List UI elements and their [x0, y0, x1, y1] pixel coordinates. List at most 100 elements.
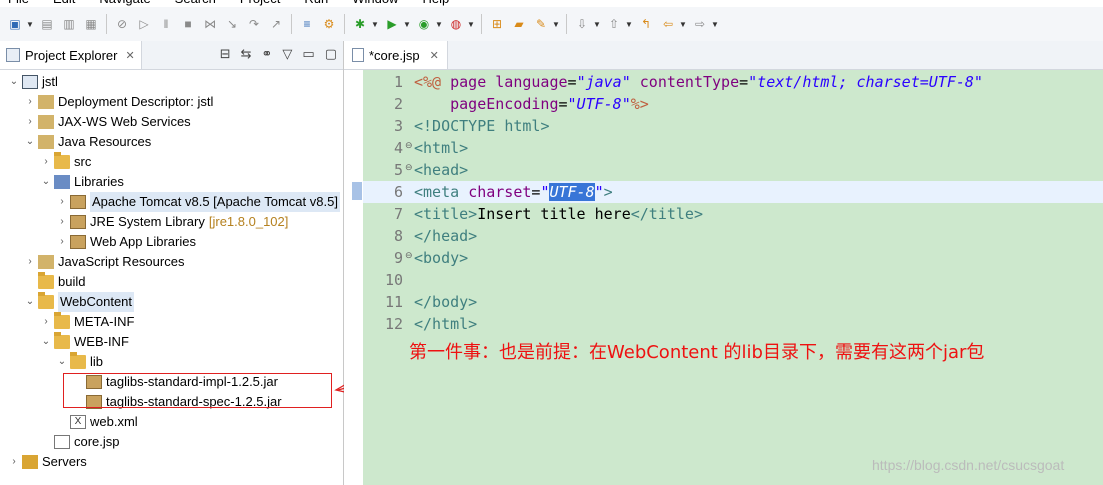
code-line[interactable]: <meta charset="UTF-8">: [414, 181, 613, 203]
code-line[interactable]: pageEncoding="UTF-8"%>: [414, 93, 649, 115]
fold-toggle-icon[interactable]: ⊖: [405, 140, 413, 151]
open-folder-icon[interactable]: ▰: [511, 16, 527, 32]
editor-body[interactable]: 1 <%@ page language="java" contentType="t…: [344, 70, 1103, 485]
step-into-icon[interactable]: ↘: [224, 16, 240, 32]
link-with-editor-icon[interactable]: ⇆: [241, 46, 252, 62]
menu-search[interactable]: Search: [175, 0, 216, 7]
disconnect-icon[interactable]: ⋈: [202, 16, 218, 32]
save-all-icon[interactable]: ▥: [61, 16, 77, 32]
menu-run[interactable]: Run: [304, 0, 328, 7]
close-icon[interactable]: ✕: [430, 49, 439, 62]
chevron-right-icon[interactable]: ›: [56, 212, 68, 232]
debug-icon[interactable]: ✱: [352, 16, 368, 32]
chevron-right-icon[interactable]: ›: [8, 452, 20, 472]
tree-item[interactable]: › JRE System Library [jre1.8.0_102]: [56, 212, 288, 232]
step-over-icon[interactable]: ↷: [246, 16, 262, 32]
chevron-right-icon[interactable]: ›: [56, 192, 68, 212]
tree-item[interactable]: › Apache Tomcat v8.5 [Apache Tomcat v8.5]: [56, 192, 340, 212]
new-dropdown-icon[interactable]: ▼: [26, 16, 34, 32]
code-line[interactable]: <!DOCTYPE html>: [414, 115, 549, 137]
chevron-right-icon[interactable]: ›: [40, 152, 52, 172]
code-line[interactable]: <head>: [414, 159, 468, 181]
chevron-right-icon[interactable]: ›: [24, 112, 36, 132]
new-java-project-icon[interactable]: ⊞: [489, 16, 505, 32]
tree-item[interactable]: ⌄ Libraries: [40, 172, 124, 192]
next-annotation-dropdown-icon[interactable]: ▼: [593, 16, 601, 32]
menu-file[interactable]: File: [8, 0, 29, 7]
chevron-right-icon[interactable]: ›: [24, 92, 36, 112]
fold-toggle-icon[interactable]: ⊖: [405, 162, 413, 173]
menu-help[interactable]: Help: [422, 0, 449, 7]
save-icon[interactable]: ▤: [39, 16, 55, 32]
pencil-dropdown-icon[interactable]: ▼: [552, 16, 560, 32]
skip-breakpoints-icon[interactable]: ⊘: [114, 16, 130, 32]
chevron-down-icon[interactable]: ⌄: [24, 292, 36, 312]
menu-navigate[interactable]: Navigate: [99, 0, 150, 7]
code-line[interactable]: <title>Insert title here</title>: [414, 203, 703, 225]
tree-item[interactable]: › Web App Libraries: [56, 232, 196, 252]
collapse-all-icon[interactable]: ⊟: [220, 46, 231, 62]
step-return-icon[interactable]: ↗: [268, 16, 284, 32]
code-line[interactable]: <html>: [414, 137, 468, 159]
coverage-icon[interactable]: ◉: [416, 16, 432, 32]
suspend-icon[interactable]: ‖: [158, 16, 174, 32]
tree-item[interactable]: core.jsp: [40, 432, 120, 452]
tree-item[interactable]: › META-INF: [40, 312, 134, 332]
print-icon[interactable]: ▦: [83, 16, 99, 32]
last-edit-location-icon[interactable]: ↰: [638, 16, 654, 32]
external-tools-dropdown-icon[interactable]: ▼: [467, 16, 475, 32]
console-icon[interactable]: ≡: [299, 16, 315, 32]
previous-annotation-icon[interactable]: ⇧: [606, 16, 622, 32]
tree-item[interactable]: › Deployment Descriptor: jstl: [24, 92, 213, 112]
coverage-dropdown-icon[interactable]: ▼: [435, 16, 443, 32]
tree-item[interactable]: ⌄ jstl: [8, 72, 58, 92]
chevron-down-icon[interactable]: ⌄: [8, 72, 20, 92]
pencil-icon[interactable]: ✎: [533, 16, 549, 32]
debug-dropdown-icon[interactable]: ▼: [371, 16, 379, 32]
tree-item[interactable]: ⌄ Java Resources: [24, 132, 151, 152]
code-line[interactable]: </body>: [414, 291, 477, 313]
code-line[interactable]: </head>: [414, 225, 477, 247]
tab-core-jsp[interactable]: *core.jsp ✕: [344, 41, 448, 69]
menu-edit[interactable]: Edit: [53, 0, 75, 7]
code-line[interactable]: <body>: [414, 247, 468, 269]
external-tools-icon[interactable]: ◍: [448, 16, 464, 32]
previous-annotation-dropdown-icon[interactable]: ▼: [625, 16, 633, 32]
maximize-icon[interactable]: ▢: [325, 46, 337, 62]
code-line[interactable]: <%@ page language="java" contentType="te…: [414, 71, 983, 93]
menu-project[interactable]: Project: [240, 0, 280, 7]
chevron-right-icon[interactable]: ›: [40, 312, 52, 332]
tree-item[interactable]: ⌄ lib: [56, 352, 103, 372]
tree-item[interactable]: ⌄ WebContent: [24, 292, 135, 312]
menu-window[interactable]: Window: [352, 0, 398, 7]
forward-dropdown-icon[interactable]: ▼: [711, 16, 719, 32]
tree-item[interactable]: › JavaScript Resources: [24, 252, 184, 272]
close-icon[interactable]: ✕: [125, 49, 134, 62]
tree-item[interactable]: ⌄ WEB-INF: [40, 332, 129, 352]
open-type-icon[interactable]: ⚙: [321, 16, 337, 32]
tab-project-explorer[interactable]: Project Explorer ✕: [0, 41, 142, 69]
forward-icon[interactable]: ⇨: [692, 16, 708, 32]
new-icon[interactable]: ▣: [7, 16, 23, 32]
tree-item[interactable]: › Servers: [8, 452, 87, 472]
tree-item[interactable]: Xweb.xml: [56, 412, 138, 432]
code-area[interactable]: 1 <%@ page language="java" contentType="t…: [363, 70, 1103, 485]
back-dropdown-icon[interactable]: ▼: [679, 16, 687, 32]
tree-item[interactable]: build: [24, 272, 85, 292]
next-annotation-icon[interactable]: ⇩: [574, 16, 590, 32]
code-line[interactable]: </html>: [414, 313, 477, 335]
chevron-down-icon[interactable]: ⌄: [40, 332, 52, 352]
tree-item[interactable]: › JAX-WS Web Services: [24, 112, 191, 132]
tree-item[interactable]: › src: [40, 152, 91, 172]
minimize-icon[interactable]: ▭: [302, 46, 314, 62]
run-icon[interactable]: ▶: [384, 16, 400, 32]
chevron-down-icon[interactable]: ⌄: [24, 132, 36, 152]
chevron-right-icon[interactable]: ›: [56, 232, 68, 252]
filter-icon[interactable]: ⚭: [262, 46, 273, 62]
resume-icon[interactable]: ▷: [136, 16, 152, 32]
chevron-down-icon[interactable]: ⌄: [56, 352, 68, 372]
terminate-icon[interactable]: ■: [180, 16, 196, 32]
view-menu-icon[interactable]: ▽: [282, 46, 292, 62]
run-dropdown-icon[interactable]: ▼: [403, 16, 411, 32]
chevron-down-icon[interactable]: ⌄: [40, 172, 52, 192]
